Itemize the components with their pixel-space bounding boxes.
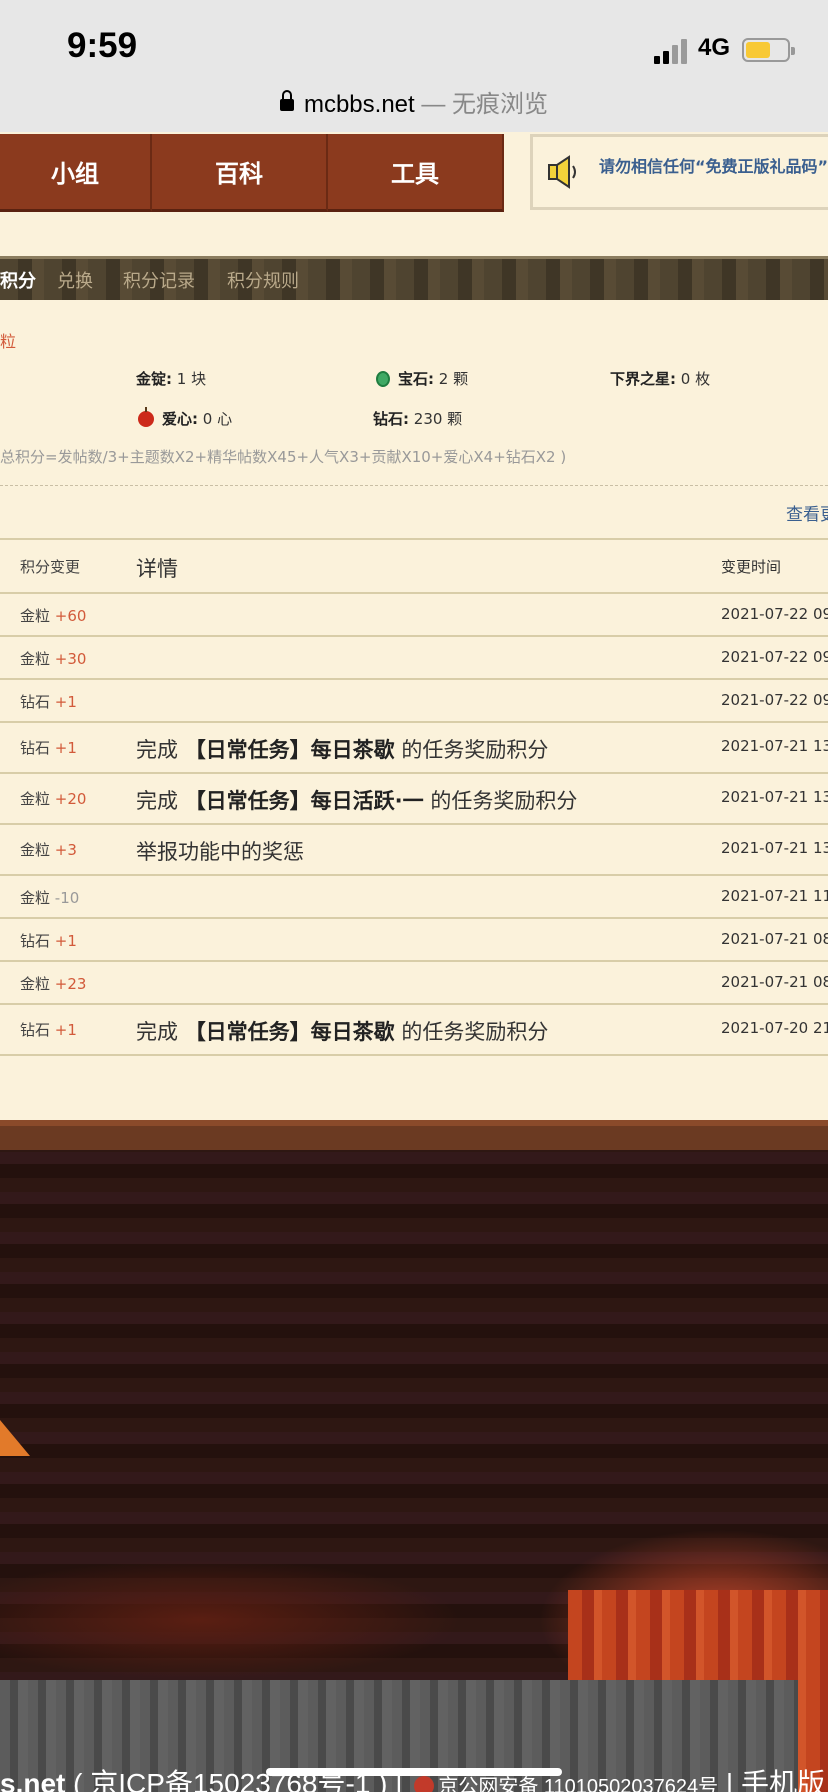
- battery-icon: [742, 38, 795, 62]
- row-detail: 完成 【日常任务】每日活跃·一 的任务奖励积分: [136, 789, 578, 813]
- network-type: 4G: [698, 34, 731, 61]
- view-more-link[interactable]: 查看更: [786, 500, 828, 525]
- home-indicator[interactable]: [266, 1768, 562, 1776]
- tab-credits[interactable]: 积分: [0, 267, 36, 293]
- stat-diamond: 钻石: 230 颗: [373, 410, 463, 428]
- footer-divider: [0, 1120, 828, 1150]
- nav-item-groups[interactable]: 小组: [0, 134, 152, 212]
- table-row: 金粒 +30 2021-07-22 09:: [0, 635, 828, 678]
- tab-credit-log[interactable]: 积分记录: [123, 267, 195, 293]
- table-row: 钻石 +1 完成 【日常任务】每日茶歇 的任务奖励积分 2021-07-20 2…: [0, 1003, 828, 1054]
- header-detail: 详情: [136, 557, 178, 581]
- header-time: 变更时间: [721, 558, 782, 576]
- url-bar[interactable]: mcbbs.net — 无痕浏览: [0, 84, 828, 119]
- row-detail: 完成 【日常任务】每日茶歇 的任务奖励积分: [136, 738, 549, 762]
- table-bottom-border: [0, 1054, 828, 1056]
- stat-gem: 宝石: 2 颗: [376, 368, 468, 389]
- gold-nugget-label: 粒: [0, 332, 17, 351]
- speaker-icon: [548, 155, 576, 189]
- table-row: 钻石 +1 2021-07-21 08:: [0, 917, 828, 960]
- stat-nether-star: 下界之星: 0 枚: [610, 370, 711, 388]
- row-detail: 举报功能中的奖惩: [136, 840, 304, 864]
- table-row: 金粒 +20 完成 【日常任务】每日活跃·一 的任务奖励积分 2021-07-2…: [0, 772, 828, 823]
- table-header: 积分变更 详情 变更时间: [0, 538, 828, 592]
- table-row: 钻石 +1 完成 【日常任务】每日茶歇 的任务奖励积分 2021-07-21 1…: [0, 721, 828, 772]
- lock-icon: [279, 90, 294, 111]
- url-domain: mcbbs.net: [303, 91, 415, 118]
- nav-item-tools[interactable]: 工具: [328, 134, 504, 212]
- header-change: 积分变更: [20, 558, 81, 576]
- footer-site-link[interactable]: s.net: [0, 1768, 65, 1792]
- credit-log-table: 积分变更 详情 变更时间 金粒 +60 2021-07-22 09: 金粒 +3…: [0, 538, 828, 1056]
- credit-formula: 总积分=发帖数/3+主题数X2+精华帖数X45+人气X3+贡献X10+爱心X4+…: [0, 448, 567, 466]
- stat-gold-ingot: 金锭: 1 块: [136, 370, 207, 388]
- status-bar: 9:59 4G mcbbs.net — 无痕浏览: [0, 0, 828, 132]
- police-badge-icon: [414, 1776, 435, 1792]
- credit-tabs: 积分 兑换 积分记录 积分规则: [0, 256, 828, 300]
- nav-item-wiki[interactable]: 百科: [152, 134, 328, 212]
- footer-police[interactable]: 京公网安备 11010502037624号: [438, 1776, 718, 1792]
- tab-exchange[interactable]: 兑换: [57, 267, 93, 293]
- tab-credit-rules[interactable]: 积分规则: [227, 267, 299, 293]
- footer-mobile-link[interactable]: | 手机版: [718, 1768, 825, 1792]
- private-mode-label: — 无痕浏览: [421, 91, 549, 118]
- cellular-signal-icon: [654, 38, 690, 64]
- status-time: 9:59: [67, 26, 138, 65]
- table-row: 金粒 +23 2021-07-21 08:: [0, 960, 828, 1003]
- stat-love: 爱心: 0 心: [138, 407, 232, 429]
- apple-icon: [138, 407, 154, 427]
- notice-banner[interactable]: 请勿相信任何“免费正版礼品码”推: [530, 134, 828, 210]
- gem-icon: [376, 371, 390, 387]
- table-row: 金粒 -10 2021-07-21 11:: [0, 874, 828, 917]
- row-detail: 完成 【日常任务】每日茶歇 的任务奖励积分: [136, 1020, 549, 1044]
- notice-text: 请勿相信任何“免费正版礼品码”推: [599, 157, 828, 176]
- main-nav: 小组 百科 工具: [0, 134, 504, 212]
- table-row: 钻石 +1 2021-07-22 09:: [0, 678, 828, 721]
- table-row: 金粒 +3 举报功能中的奖惩 2021-07-21 13:: [0, 823, 828, 874]
- footer-info: s.net ( 京ICP备15023768号-1 ) | 京公网安备 11010…: [0, 1762, 825, 1792]
- divider: [0, 485, 828, 486]
- table-row: 金粒 +60 2021-07-22 09:: [0, 592, 828, 635]
